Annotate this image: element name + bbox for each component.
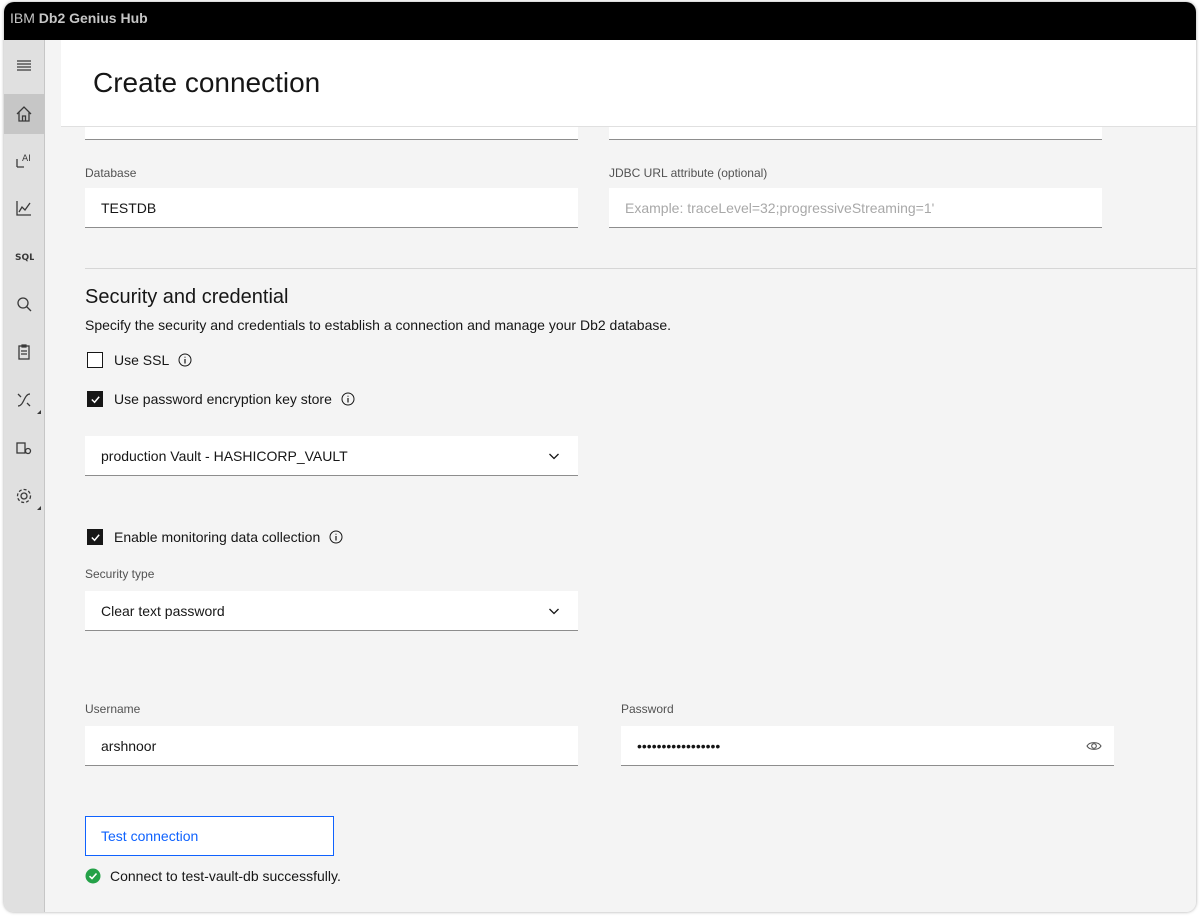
top-bar: IBM Db2 Genius Hub (4, 2, 1196, 40)
migration-icon[interactable] (4, 380, 44, 420)
menu-icon[interactable] (4, 46, 44, 86)
use-ssl-label: Use SSL (114, 352, 170, 368)
use-keystore-row: Use password encryption key store (87, 391, 355, 407)
side-nav-rail: AI SQL (4, 40, 45, 912)
jdbc-label: JDBC URL attribute (optional) (609, 166, 768, 180)
security-section-description: Specify the security and credentials to … (85, 317, 672, 333)
brand-name: IBM (10, 10, 35, 26)
app-window: IBM Db2 Genius Hub AI SQL Create connect… (4, 2, 1196, 912)
database-label: Database (85, 166, 137, 180)
info-icon[interactable] (329, 530, 343, 544)
page-header: Create connection (61, 40, 1196, 127)
keystore-select-value: production Vault - HASHICORP_VAULT (101, 447, 348, 464)
info-icon[interactable] (178, 353, 192, 367)
main-content: Create connection Database TESTDB JDBC U… (61, 40, 1196, 912)
settings-gear-icon[interactable] (4, 476, 44, 516)
chevron-down-icon (549, 453, 559, 460)
monitoring-row: Enable monitoring data collection (87, 529, 343, 545)
product-name: Db2 Genius Hub (38, 10, 148, 26)
jdbc-input[interactable]: Example: traceLevel=32;progressiveStream… (609, 188, 1102, 228)
monitoring-label: Enable monitoring data collection (114, 529, 321, 545)
security-section-title: Security and credential (85, 286, 289, 308)
home-icon[interactable] (4, 94, 44, 134)
page-title: Create connection (93, 67, 321, 98)
svg-text:SQL: SQL (15, 253, 34, 263)
connection-status-message: Connect to test-vault-db successfully. (110, 868, 341, 884)
monitoring-checkbox[interactable] (87, 529, 103, 545)
username-label: Username (85, 702, 141, 716)
password-label: Password (621, 702, 674, 716)
keystore-select[interactable]: production Vault - HASHICORP_VAULT (85, 436, 578, 476)
monitor-chart-icon[interactable] (4, 188, 44, 228)
connection-status: Connect to test-vault-db successfully. (85, 868, 341, 884)
info-icon[interactable] (341, 392, 355, 406)
security-type-label: Security type (85, 567, 155, 581)
admin-settings-icon[interactable] (4, 428, 44, 468)
database-input[interactable]: TESTDB (85, 188, 578, 228)
use-ssl-row: Use SSL (87, 352, 192, 368)
use-ssl-checkbox[interactable] (87, 352, 103, 368)
password-input[interactable]: ••••••••••••••••• (621, 726, 1114, 766)
query-search-icon[interactable] (4, 284, 44, 324)
security-type-value: Clear text password (101, 602, 225, 619)
use-keystore-label: Use password encryption key store (114, 391, 332, 407)
use-keystore-checkbox[interactable] (87, 391, 103, 407)
chevron-down-icon (549, 608, 559, 615)
rail-gutter (45, 40, 61, 912)
section-divider (85, 268, 1196, 269)
username-input[interactable]: arshnoor (85, 726, 578, 766)
ai-icon[interactable]: AI (4, 140, 44, 180)
success-check-icon (85, 868, 101, 884)
sql-icon[interactable]: SQL (4, 236, 44, 276)
svg-text:AI: AI (22, 154, 31, 164)
checkmark-icon (90, 533, 100, 541)
checkmark-icon (90, 395, 100, 403)
eye-icon[interactable] (1086, 738, 1102, 754)
clipboard-icon[interactable] (4, 332, 44, 372)
password-value: ••••••••••••••••• (637, 737, 721, 754)
test-connection-button[interactable]: Test connection (85, 816, 334, 856)
security-type-select[interactable]: Clear text password (85, 591, 578, 631)
